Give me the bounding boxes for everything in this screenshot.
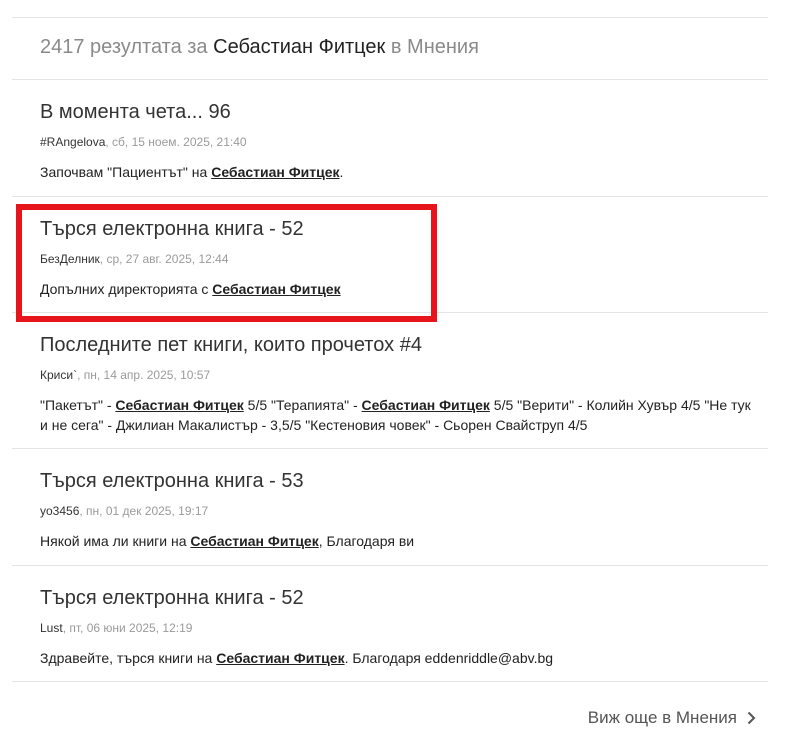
- result-item[interactable]: Търся електронна книга - 52 Lust, пт, 06…: [12, 565, 768, 682]
- result-meta: Lust, пт, 06 юни 2025, 12:19: [40, 621, 192, 635]
- result-author[interactable]: БезДелник: [40, 252, 100, 266]
- result-item[interactable]: Търся електронна книга - 52 БезДелник, с…: [12, 196, 768, 313]
- result-title-link[interactable]: В момента чета... 96: [40, 101, 231, 124]
- result-author[interactable]: Lust: [40, 621, 63, 635]
- search-query: Себастиан Фитцек: [213, 36, 386, 58]
- snippet-text: . Благодаря eddenriddle@abv.bg: [344, 650, 554, 666]
- results-header: 2417 резултата за Себастиан Фитцек в Мне…: [40, 36, 479, 59]
- snippet-match: Себастиан Фитцек: [212, 281, 341, 297]
- result-author[interactable]: yo3456: [40, 504, 79, 518]
- result-title-link[interactable]: Търся електронна книга - 52: [40, 218, 304, 241]
- top-divider: [12, 17, 768, 18]
- snippet-text: Здравейте, търся книги на: [40, 650, 217, 666]
- result-datetime: , ср, 27 авг. 2025, 12:44: [99, 252, 229, 266]
- result-item[interactable]: В момента чета... 96 #RAngelova, сб, 15 …: [12, 79, 768, 197]
- snippet-match: Себастиан Фитцек: [216, 650, 345, 666]
- result-snippet: "Пакетът" - Себастиан Фитцек 5/5 "Терапи…: [40, 395, 756, 435]
- snippet-match: Себастиан Фитцек: [361, 397, 490, 413]
- result-meta: БезДелник, ср, 27 авг. 2025, 12:44: [40, 252, 229, 266]
- result-meta: yo3456, пн, 01 дек 2025, 19:17: [40, 504, 208, 518]
- snippet-match: Себастиан Фитцек: [211, 164, 340, 180]
- results-count: 2417 резултата за: [40, 36, 208, 58]
- results-scope: в Мнения: [390, 36, 479, 58]
- result-item[interactable]: Търся електронна книга - 53 yo3456, пн, …: [12, 448, 768, 566]
- see-more-label: Виж още в Мнения: [587, 708, 737, 727]
- result-snippet: Допълних директорията с Себастиан Фитцек: [40, 279, 756, 299]
- snippet-match: Себастиан Фитцек: [115, 397, 244, 413]
- result-meta: #RAngelova, сб, 15 ноем. 2025, 21:40: [40, 135, 247, 149]
- bottom-divider: [12, 681, 768, 682]
- snippet-text: .: [339, 164, 344, 180]
- result-snippet: Здравейте, търся книги на Себастиан Фитц…: [40, 648, 756, 668]
- snippet-text: Някой има ли книги на: [40, 533, 191, 549]
- snippet-text: Допълних директорията с: [40, 281, 213, 297]
- result-title-link[interactable]: Търся електронна книга - 53: [40, 470, 304, 493]
- search-results-panel: 2417 резултата за Себастиан Фитцек в Мне…: [0, 0, 800, 729]
- result-author[interactable]: Криси`: [40, 368, 77, 382]
- result-meta: Криси`, пн, 14 апр. 2025, 10:57: [40, 368, 210, 382]
- chevron-right-icon: [747, 711, 756, 725]
- result-datetime: , пн, 01 дек 2025, 19:17: [79, 504, 209, 518]
- result-datetime: , пт, 06 юни 2025, 12:19: [62, 621, 193, 635]
- snippet-text: "Пакетът" -: [40, 397, 116, 413]
- result-author[interactable]: #RAngelova: [40, 135, 105, 149]
- result-datetime: , сб, 15 ноем. 2025, 21:40: [105, 135, 247, 149]
- see-more-link[interactable]: Виж още в Мнения: [588, 708, 756, 728]
- result-snippet: Започвам "Пациентът" на Себастиан Фитцек…: [40, 162, 756, 182]
- result-title-link[interactable]: Търся електронна книга - 52: [40, 587, 304, 610]
- snippet-text: 5/5 "Терапията" -: [243, 397, 362, 413]
- result-snippet: Някой има ли книги на Себастиан Фитцек, …: [40, 531, 756, 551]
- snippet-text: Започвам "Пациентът" на: [40, 164, 212, 180]
- result-item[interactable]: Последните пет книги, които прочетох #4 …: [12, 312, 768, 449]
- snippet-text: , Благодаря ви: [318, 533, 415, 549]
- result-title-link[interactable]: Последните пет книги, които прочетох #4: [40, 334, 422, 357]
- snippet-match: Себастиан Фитцек: [190, 533, 319, 549]
- result-datetime: , пн, 14 апр. 2025, 10:57: [77, 368, 211, 382]
